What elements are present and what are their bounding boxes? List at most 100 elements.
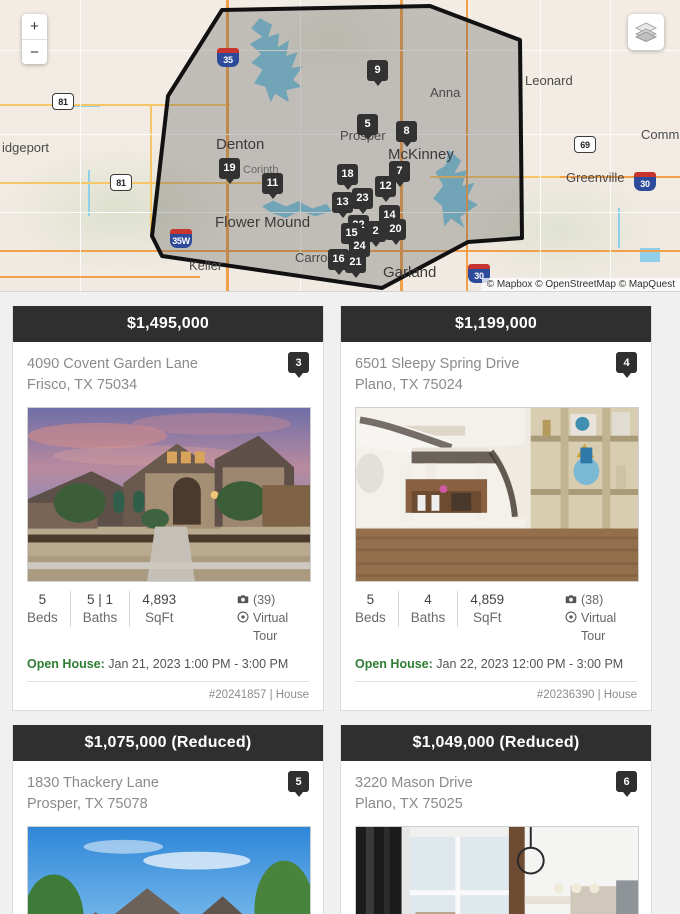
listing-mls-info: #20241857 | House	[27, 681, 309, 701]
map-city-label: Leonard	[525, 73, 573, 88]
listing-address[interactable]: 1830 Thackery Lane Prosper, TX 75078	[27, 773, 309, 815]
map-city-label: Carro	[295, 250, 328, 265]
map-city-label: Denton	[216, 136, 265, 153]
map-panel[interactable]: idgeport Denton Corinth Flower Mound Keller C…	[0, 0, 680, 292]
map-zoom-controls[interactable]: + −	[22, 14, 47, 64]
listing-city-state-zip: Plano, TX 75024	[355, 377, 463, 394]
zoom-out-button[interactable]: −	[22, 39, 47, 64]
map-pin-12[interactable]: 12	[375, 176, 396, 197]
photo-count-text: (38)	[581, 593, 604, 608]
beds-label: Beds	[27, 610, 58, 626]
map-pin-20[interactable]: 20	[385, 219, 406, 240]
listing-mls-info: #20236390 | House	[355, 681, 637, 701]
stat-baths: 4 Baths	[399, 591, 459, 628]
camera-icon	[237, 595, 249, 604]
listing-card[interactable]: $1,049,000 (Reduced) 3220 Mason Drive Pl…	[340, 725, 652, 914]
river-shape	[88, 170, 90, 216]
photo-count-text: (39)	[253, 593, 276, 608]
highway-shield-icon: 35W	[170, 229, 192, 248]
listing-address[interactable]: 6501 Sleepy Spring Drive Plano, TX 75024	[355, 354, 637, 396]
listing-street: 6501 Sleepy Spring Drive	[355, 356, 520, 372]
map-pin-9[interactable]: 9	[367, 60, 388, 81]
play-circle-icon	[237, 611, 249, 623]
highway-shield-icon: 30	[634, 172, 656, 191]
road	[540, 0, 541, 291]
listing-street: 4090 Covent Garden Lane	[27, 356, 198, 372]
listing-street: 1830 Thackery Lane	[27, 775, 159, 792]
listing-address[interactable]: 3220 Mason Drive Plano, TX 75025	[355, 773, 637, 815]
road	[300, 0, 301, 291]
virtual-tour-link[interactable]: Virtual Tour	[565, 609, 637, 645]
listing-body: 4090 Covent Garden Lane Frisco, TX 75034…	[13, 342, 323, 583]
listing-city-state-zip: Frisco, TX 75034	[27, 377, 138, 394]
listing-photo[interactable]	[27, 407, 311, 583]
river-shape	[618, 208, 620, 248]
stat-sqft: 4,893 SqFt	[130, 591, 188, 627]
stat-beds: 5 Beds	[341, 591, 399, 628]
map-city-label: Greenville	[566, 170, 625, 185]
listing-price: $1,049,000 (Reduced)	[341, 725, 651, 762]
listing-media-links: (38) Virtual Tour	[565, 591, 651, 645]
beds-label: Beds	[355, 610, 386, 626]
road	[0, 50, 680, 51]
virtual-tour-text: Virtual Tour	[253, 611, 289, 644]
map-pin-8[interactable]: 8	[396, 121, 417, 142]
road	[80, 0, 81, 291]
listing-price: $1,495,000	[13, 306, 323, 342]
listing-card[interactable]: $1,199,000 6501 Sleepy Spring Drive Plan…	[340, 306, 652, 712]
sqft-label: SqFt	[144, 610, 174, 626]
virtual-tour-link[interactable]: Virtual Tour	[237, 609, 309, 645]
map-city-label: Keller	[189, 258, 223, 273]
listing-map-badge[interactable]: 3	[288, 352, 309, 373]
open-house-value: Jan 21, 2023 1:00 PM - 3:00 PM	[108, 657, 289, 672]
virtual-tour-text: Virtual Tour	[581, 611, 617, 644]
baths-value: 5 | 1	[87, 592, 114, 608]
map-attribution: © Mapbox © OpenStreetMap © MapQuest	[481, 278, 680, 291]
listing-price: $1,075,000 (Reduced)	[13, 725, 323, 762]
listing-photo[interactable]	[355, 407, 639, 583]
baths-label: Baths	[82, 610, 118, 626]
sqft-value: 4,859	[470, 592, 505, 608]
listing-city-state-zip: Prosper, TX 75078	[27, 796, 148, 813]
map-pin-18[interactable]: 18	[337, 164, 358, 185]
map-city-label: Flower Mound	[215, 214, 311, 231]
listing-body: 6501 Sleepy Spring Drive Plano, TX 75024…	[341, 342, 651, 583]
listing-results-grid: $1,495,000 4090 Covent Garden Lane Frisc…	[0, 292, 680, 914]
listing-map-badge[interactable]: 4	[616, 352, 637, 373]
road	[610, 0, 611, 291]
map-city-label: Garland	[383, 264, 437, 281]
map-pin-23[interactable]: 23	[352, 188, 373, 209]
road	[466, 0, 468, 291]
stat-beds: 5 Beds	[13, 591, 71, 628]
camera-icon	[565, 595, 577, 604]
listing-address[interactable]: 4090 Covent Garden Lane Frisco, TX 75034	[27, 354, 309, 396]
listing-city-state-zip: Plano, TX 75025	[355, 796, 463, 813]
listing-photo[interactable]	[355, 826, 639, 914]
map-pin-19[interactable]: 19	[219, 158, 240, 179]
photo-count-link[interactable]: (39)	[237, 591, 309, 609]
listing-map-badge[interactable]: 6	[616, 771, 637, 793]
listing-card[interactable]: $1,075,000 (Reduced) 1830 Thackery Lane …	[12, 725, 324, 914]
listing-street: 3220 Mason Drive	[355, 775, 473, 792]
map-pin-5[interactable]: 5	[357, 114, 378, 135]
beds-value: 5	[38, 592, 47, 608]
listing-stats: 5 Beds 4 Baths 4,859 SqFt (38) Virtual T…	[341, 582, 651, 645]
open-house-row: Open House: Jan 21, 2023 1:00 PM - 3:00 …	[13, 645, 323, 671]
listing-photo[interactable]	[27, 826, 311, 914]
zoom-in-button[interactable]: +	[22, 14, 47, 39]
map-city-label: idgeport	[2, 140, 49, 155]
highway-shield-icon: 81	[110, 174, 132, 191]
map-pin-21[interactable]: 21	[345, 252, 366, 273]
open-house-value: Jan 22, 2023 12:00 PM - 3:00 PM	[436, 657, 624, 672]
map-city-label: Comm	[641, 127, 680, 142]
map-pin-13[interactable]: 13	[332, 192, 353, 213]
map-pin-11[interactable]: 11	[262, 173, 283, 194]
open-house-label: Open House:	[27, 657, 105, 672]
road	[150, 104, 152, 234]
road	[0, 276, 200, 278]
photo-count-link[interactable]: (38)	[565, 591, 637, 609]
listing-map-badge[interactable]: 5	[288, 771, 309, 793]
map-layers-button[interactable]	[628, 14, 664, 50]
play-circle-icon	[565, 611, 577, 623]
listing-card[interactable]: $1,495,000 4090 Covent Garden Lane Frisc…	[12, 306, 324, 712]
